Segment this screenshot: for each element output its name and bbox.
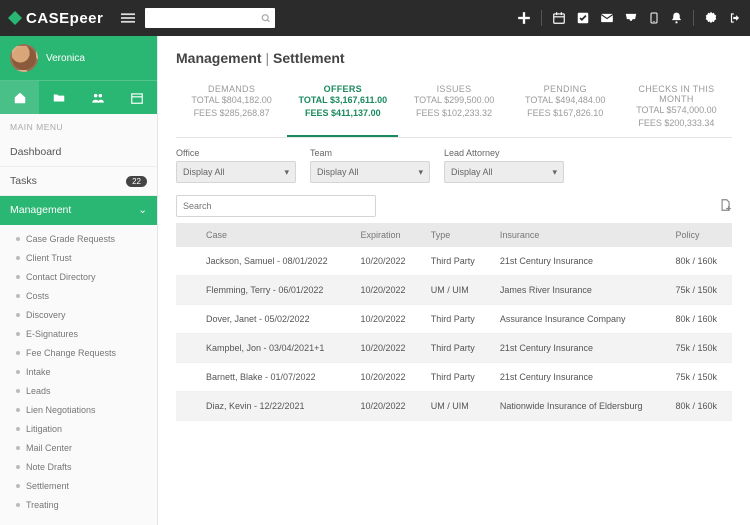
team-label: Team: [310, 148, 430, 158]
tab-files[interactable]: [39, 81, 78, 114]
user-panel: Veronica: [0, 36, 157, 80]
col-case[interactable]: Case: [176, 223, 351, 247]
page-title: Management | Settlement: [176, 50, 732, 66]
menu-toggle-icon[interactable]: [121, 11, 135, 25]
table-row[interactable]: Kampbel, Jon - 03/04/2021+110/20/2022Thi…: [176, 334, 732, 363]
sidebar-sub-intake[interactable]: Intake: [0, 362, 157, 381]
sidebar-item-dashboard[interactable]: Dashboard: [0, 138, 157, 167]
tasks-icon[interactable]: [576, 11, 590, 25]
sidebar-sub-e-signatures[interactable]: E-Signatures: [0, 324, 157, 343]
chevron-down-icon: ▾: [284, 167, 289, 178]
mobile-icon[interactable]: [648, 11, 660, 25]
calendar-icon: [130, 91, 144, 105]
mail-icon[interactable]: [600, 11, 614, 25]
global-search[interactable]: [145, 8, 275, 28]
col-type[interactable]: Type: [421, 223, 490, 247]
table-row[interactable]: Barnett, Blake - 01/07/202210/20/2022Thi…: [176, 363, 732, 392]
kpi-pending[interactable]: PENDINGTOTAL $494,484.00FEES $167,826.10: [510, 80, 621, 137]
sidebar-sub-contact-directory[interactable]: Contact Directory: [0, 267, 157, 286]
avatar[interactable]: [10, 44, 38, 72]
col-policy[interactable]: Policy: [666, 223, 732, 247]
bell-icon[interactable]: [670, 11, 683, 25]
sidebar-item-tasks[interactable]: Tasks22: [0, 167, 157, 196]
logout-icon[interactable]: [728, 11, 742, 25]
kpi-checks-in-this-month[interactable]: CHECKS IN THIS MONTHTOTAL $574,000.00FEE…: [621, 80, 732, 137]
tab-home[interactable]: [0, 81, 39, 114]
tab-calendar[interactable]: [118, 81, 157, 114]
table-row[interactable]: Jackson, Samuel - 08/01/202210/20/2022Th…: [176, 247, 732, 276]
office-label: Office: [176, 148, 296, 158]
table-row[interactable]: Flemming, Terry - 06/01/202210/20/2022UM…: [176, 276, 732, 305]
col-insurance[interactable]: Insurance: [490, 223, 666, 247]
lead-label: Lead Attorney: [444, 148, 564, 158]
sidebar-sub-litigation[interactable]: Litigation: [0, 419, 157, 438]
kpi-demands[interactable]: DEMANDSTOTAL $804,182.00FEES $285,268.87: [176, 80, 287, 137]
user-name: Veronica: [46, 53, 85, 64]
calendar-icon[interactable]: [552, 11, 566, 25]
lead-select[interactable]: Display All▾: [444, 161, 564, 183]
sidebar-sub-treating[interactable]: Treating: [0, 495, 157, 514]
divider: [541, 10, 542, 26]
gear-icon[interactable]: [704, 11, 718, 25]
sidebar-sub-leads[interactable]: Leads: [0, 381, 157, 400]
menu-header: MAIN MENU: [0, 114, 157, 138]
sidebar-sub-lien-negotiations[interactable]: Lien Negotiations: [0, 400, 157, 419]
sidebar-sub-costs[interactable]: Costs: [0, 286, 157, 305]
divider: [693, 10, 694, 26]
tab-people[interactable]: [79, 81, 118, 114]
table-row[interactable]: Diaz, Kevin - 12/22/202110/20/2022UM / U…: [176, 392, 732, 421]
people-icon: [90, 91, 106, 105]
add-record-icon[interactable]: [718, 197, 732, 216]
folder-icon: [52, 91, 66, 105]
brand-mark-icon: [8, 11, 22, 25]
table-row[interactable]: Dover, Janet - 05/02/202210/20/2022Third…: [176, 305, 732, 334]
col-expiration[interactable]: Expiration: [351, 223, 421, 247]
sidebar-item-management[interactable]: Management⌄: [0, 196, 157, 225]
inbox-icon[interactable]: [624, 11, 638, 25]
settlement-table: CaseExpirationTypeInsurancePolicy Jackso…: [176, 223, 732, 421]
badge: 22: [126, 176, 147, 187]
chevron-down-icon: ⌄: [138, 204, 147, 216]
add-icon[interactable]: [517, 11, 531, 25]
home-icon: [13, 91, 27, 105]
global-search-input[interactable]: [149, 13, 261, 23]
sidebar-sub-case-grade-requests[interactable]: Case Grade Requests: [0, 229, 157, 248]
team-select[interactable]: Display All▾: [310, 161, 430, 183]
kpi-issues[interactable]: ISSUESTOTAL $299,500.00FEES $102,233.32: [398, 80, 509, 137]
sidebar-sub-mail-center[interactable]: Mail Center: [0, 438, 157, 457]
brand-logo[interactable]: CASEpeer: [8, 10, 103, 27]
table-search-input[interactable]: [176, 195, 376, 217]
sidebar-sub-fee-change-requests[interactable]: Fee Change Requests: [0, 343, 157, 362]
sidebar-sub-note-drafts[interactable]: Note Drafts: [0, 457, 157, 476]
chevron-down-icon: ▾: [552, 167, 557, 178]
brand-text: CASEpeer: [26, 10, 103, 27]
sidebar-sub-client-trust[interactable]: Client Trust: [0, 248, 157, 267]
kpi-offers[interactable]: OFFERSTOTAL $3,167,611.00FEES $411,137.0…: [287, 80, 398, 137]
office-select[interactable]: Display All▾: [176, 161, 296, 183]
search-icon: [261, 13, 271, 24]
sidebar-sub-settlement[interactable]: Settlement: [0, 476, 157, 495]
chevron-down-icon: ▾: [418, 167, 423, 178]
sidebar-sub-discovery[interactable]: Discovery: [0, 305, 157, 324]
